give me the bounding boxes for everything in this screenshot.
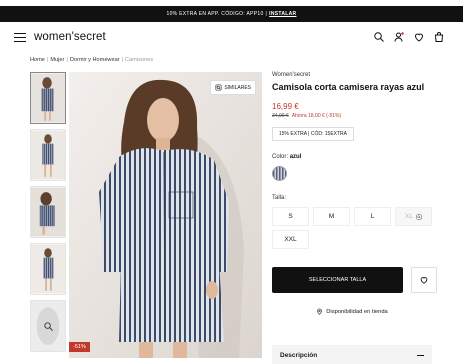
- collapse-icon: [417, 354, 424, 356]
- user-icon[interactable]: [393, 31, 405, 43]
- breadcrumb-separator: |: [46, 57, 49, 63]
- promo-bar: 10% EXTRA EN APP. CÓDIGO: APP10 | INSTAL…: [0, 6, 463, 22]
- breadcrumb-home[interactable]: Home: [30, 57, 45, 63]
- zoom-icon: [44, 322, 53, 331]
- purchase-actions: SELECCIONAR TALLA: [272, 267, 437, 293]
- thumbnail-4[interactable]: [30, 243, 66, 295]
- old-price: 34,99 €: [272, 113, 289, 119]
- visual-search-icon: [416, 214, 422, 219]
- breadcrumb-mujer[interactable]: Mujer: [50, 57, 64, 63]
- thumbnail-1[interactable]: [30, 72, 66, 124]
- heart-icon: [420, 277, 428, 284]
- breadcrumb-separator: |: [121, 57, 124, 63]
- breadcrumb: Home | Mujer | Dormir y Homewear | Camis…: [30, 57, 153, 63]
- price-details: 34,99 € Ahorra 18,00 € (-51%): [272, 113, 442, 119]
- thumbnail-5[interactable]: [30, 300, 66, 352]
- promo-text: 10% EXTRA EN APP. CÓDIGO: APP10: [166, 11, 264, 17]
- header-actions: [373, 31, 445, 43]
- heart-icon[interactable]: [413, 31, 425, 43]
- size-xl-label: XL: [405, 213, 413, 220]
- similar-products-label: SIMILARES: [224, 84, 251, 91]
- discount-badge: -51%: [69, 342, 90, 352]
- main-product-image[interactable]: SIMILARES -51%: [69, 72, 262, 358]
- bag-icon[interactable]: [433, 31, 445, 43]
- size-option-xxl[interactable]: XXL: [272, 230, 309, 249]
- size-option-m[interactable]: M: [313, 207, 350, 226]
- thumbnail-list: [30, 72, 66, 357]
- size-selector: S M L XL XXL: [272, 207, 442, 249]
- visual-search-icon: [215, 84, 222, 91]
- search-icon[interactable]: [373, 31, 385, 43]
- savings-text: Ahorra 18,00 € (-51%): [291, 113, 342, 119]
- product-info: Women'secret Camisola corta camisera ray…: [272, 72, 442, 249]
- select-size-button[interactable]: SELECCIONAR TALLA: [272, 267, 403, 293]
- thumbnail-3[interactable]: [30, 186, 66, 238]
- color-value: azul: [289, 154, 302, 160]
- location-pin-icon: [317, 308, 323, 315]
- size-option-xl[interactable]: XL: [395, 207, 432, 226]
- site-header: women'secret: [0, 24, 463, 52]
- thumbnail-2[interactable]: [30, 129, 66, 181]
- menu-icon[interactable]: [14, 33, 26, 42]
- breadcrumb-dormir[interactable]: Dormir y Homewear: [70, 57, 120, 63]
- product-brand: Women'secret: [272, 72, 311, 78]
- product-price: 16,99 €: [272, 102, 299, 111]
- description-accordion[interactable]: Descripción: [272, 345, 432, 364]
- color-swatch-azul[interactable]: [272, 166, 287, 181]
- add-to-favorites-button[interactable]: [411, 267, 437, 293]
- color-label-text: Color:: [272, 154, 289, 160]
- logo[interactable]: women'secret: [34, 31, 106, 43]
- breadcrumb-current: Camisones: [125, 57, 153, 63]
- color-label: Color: azul: [272, 154, 442, 160]
- install-app-link[interactable]: INSTALAR: [269, 11, 296, 17]
- breadcrumb-separator: |: [66, 57, 68, 63]
- availability-label: Disponibilidad en tienda: [326, 308, 388, 315]
- promo-separator: |: [265, 11, 268, 17]
- product-title: Camisola corta camisera rayas azul: [272, 82, 425, 92]
- promo-code-badge: 15% EXTRA | CÓD: 15EXTRA: [272, 127, 354, 141]
- description-label: Descripción: [280, 351, 318, 359]
- size-option-l[interactable]: L: [354, 207, 391, 226]
- store-availability-link[interactable]: Disponibilidad en tienda: [272, 308, 432, 315]
- size-label: Talla:: [272, 195, 287, 201]
- size-option-s[interactable]: S: [272, 207, 309, 226]
- similar-products-button[interactable]: SIMILARES: [210, 80, 256, 95]
